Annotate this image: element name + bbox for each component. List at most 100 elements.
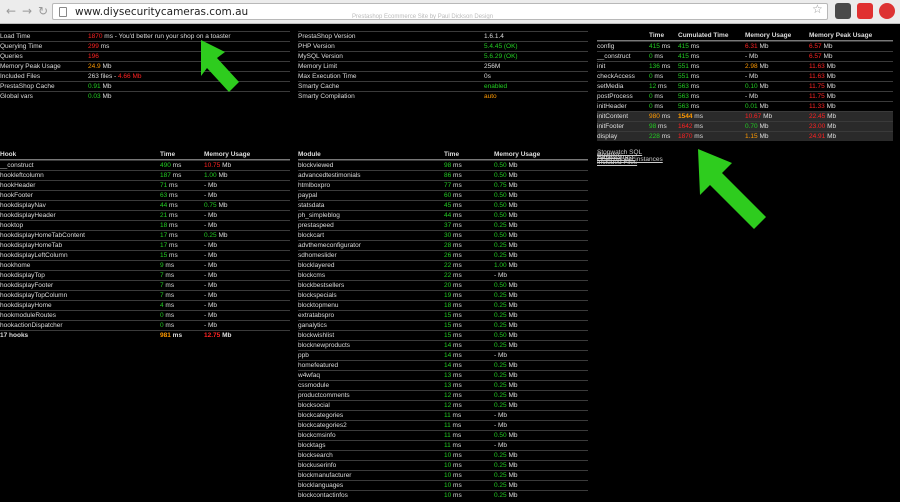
performance-memory: - Mb xyxy=(745,93,758,100)
module-time: 11 ms xyxy=(444,422,462,429)
bookmark-star-icon[interactable]: ☆ xyxy=(812,2,823,16)
module-memory: 0.50 Mb xyxy=(494,192,518,199)
performance-header-cell: Time xyxy=(649,32,665,39)
module-name: blockcart xyxy=(298,232,325,239)
module-row: prestaspeed 37 ms 0.25 Mb xyxy=(298,220,588,230)
module-time: 77 ms xyxy=(444,182,462,189)
hook-row: hookdisplayTopColumn 7 ms - Mb xyxy=(0,290,290,300)
module-memory: - Mb xyxy=(494,422,507,429)
module-name: blockmanufacturer xyxy=(298,472,352,479)
config-value: 0s xyxy=(484,73,491,80)
module-memory: - Mb xyxy=(494,272,507,279)
module-memory: 0.25 Mb xyxy=(494,362,518,369)
extension-icon[interactable] xyxy=(835,3,851,19)
performance-memory: 0.01 Mb xyxy=(745,103,769,110)
summary-label: Queries xyxy=(0,53,23,60)
forward-arrow-icon[interactable]: → xyxy=(20,4,34,18)
config-label: Smarty Cache xyxy=(298,83,340,90)
hook-time: 71 ms xyxy=(160,182,178,189)
extension-play-icon[interactable] xyxy=(857,3,873,19)
hooks-panel: Hook Time Memory Usage __construct 490 ms 10.… xyxy=(0,150,290,340)
module-row: blockmanufacturer 10 ms 0.25 Mb xyxy=(298,470,588,480)
module-row: homefeatured 14 ms 0.25 Mb xyxy=(298,360,588,370)
hook-time: 0 ms xyxy=(160,322,175,329)
performance-time: 980 ms xyxy=(649,113,671,120)
module-time: 10 ms xyxy=(444,492,462,499)
module-name: productcomments xyxy=(298,392,350,399)
module-row: blockcategories2 11 ms - Mb xyxy=(298,420,588,430)
module-time: 12 ms xyxy=(444,392,462,399)
hook-memory: - Mb xyxy=(204,252,217,259)
module-name: blockviewed xyxy=(298,162,334,169)
hook-name: hookleftcolumn xyxy=(0,172,44,179)
config-row: Smarty Compilation auto xyxy=(298,91,588,101)
performance-header-cell: Memory Usage xyxy=(745,32,792,39)
summary-label: Included Files xyxy=(0,73,41,80)
module-time: 10 ms xyxy=(444,482,462,489)
hook-row: hookdisplayHomeTab 17 ms - Mb xyxy=(0,240,290,250)
module-row: blockcontactinfos 10 ms 0.25 Mb xyxy=(298,490,588,500)
hook-time: 7 ms xyxy=(160,292,175,299)
module-memory: 0.25 Mb xyxy=(494,472,518,479)
hook-time: 21 ms xyxy=(160,212,178,219)
module-row: blocknewproducts 14 ms 0.25 Mb xyxy=(298,340,588,350)
summary-value: 0.03 Mb xyxy=(88,92,112,101)
performance-row: initHeader 0 ms 563 ms 0.01 Mb 11.33 Mb xyxy=(597,101,893,111)
module-memory: 0.25 Mb xyxy=(494,382,518,389)
hook-row: hookdisplayFooter 7 ms - Mb xyxy=(0,280,290,290)
arrow-load-time xyxy=(201,40,239,92)
reload-icon[interactable]: ↻ xyxy=(36,4,50,18)
module-row: blockcart 30 ms 0.50 Mb xyxy=(298,230,588,240)
performance-memory: - Mb xyxy=(745,53,758,60)
hook-memory: - Mb xyxy=(204,182,217,189)
performance-peak: 11.63 Mb xyxy=(809,63,836,70)
url-text[interactable]: www.diysecuritycameras.com.au xyxy=(75,5,248,19)
module-memory: 0.50 Mb xyxy=(494,282,518,289)
hook-row: hookdisplayTop 7 ms - Mb xyxy=(0,270,290,280)
performance-memory: 2.98 Mb xyxy=(745,63,769,70)
hook-memory: - Mb xyxy=(204,242,217,249)
performance-time: 0 ms xyxy=(649,73,664,80)
module-name: blockcmsinfo xyxy=(298,432,336,439)
performance-peak: 22.45 Mb xyxy=(809,113,837,120)
extension-shield-icon[interactable] xyxy=(879,3,895,19)
value-number: 1870 xyxy=(88,33,103,40)
summary-row: Load Time 1870 ms - You'd better run your… xyxy=(0,31,290,41)
performance-cumulated: 415 ms xyxy=(678,53,700,60)
value-number: 24.9 xyxy=(88,63,101,70)
module-time: 18 ms xyxy=(444,302,462,309)
module-row: w4wfaq 13 ms 0.25 Mb xyxy=(298,370,588,380)
module-time: 14 ms xyxy=(444,342,462,349)
hook-time: 17 ms xyxy=(160,232,178,239)
performance-time: 136 ms xyxy=(649,63,671,70)
module-time: 15 ms xyxy=(444,322,462,329)
performance-header-cell: Memory Peak Usage xyxy=(809,32,873,39)
hook-name: hookdisplayLeftColumn xyxy=(0,252,68,259)
summary-label: Global vars xyxy=(0,93,33,100)
module-row: advancedtestimonials 86 ms 0.50 Mb xyxy=(298,170,588,180)
module-time: 13 ms xyxy=(444,372,462,379)
module-time: 13 ms xyxy=(444,382,462,389)
hook-row: hooktop 18 ms - Mb xyxy=(0,220,290,230)
module-memory: 0.25 Mb xyxy=(494,292,518,299)
hook-time: 490 ms xyxy=(160,162,182,169)
hook-name: hookdisplayHomeTabContent xyxy=(0,232,85,239)
hook-memory: - Mb xyxy=(204,192,217,199)
config-row: Memory Limit 256M xyxy=(298,61,588,71)
hook-name: hookhome xyxy=(0,262,31,269)
hook-time: 4 ms xyxy=(160,302,175,309)
hooks-header-cell: Time xyxy=(160,151,176,158)
module-name: blockcategories2 xyxy=(298,422,347,429)
module-memory: 0.25 Mb xyxy=(494,312,518,319)
value-suffix: Mb xyxy=(100,83,112,90)
hook-row: hookmoduleRoutes 0 ms - Mb xyxy=(0,310,290,320)
performance-header-cell: Cumulated Time xyxy=(678,32,729,39)
module-time: 30 ms xyxy=(444,232,462,239)
back-arrow-icon[interactable]: ← xyxy=(4,4,18,18)
sql-link[interactable]: Included Files xyxy=(597,159,637,166)
hook-time: 44 ms xyxy=(160,202,178,209)
page-banner: Prestashop Ecommerce Site by Paul Dickso… xyxy=(352,14,494,20)
summary-value: 0.91 Mb xyxy=(88,82,112,91)
performance-peak: 6.57 Mb xyxy=(809,43,833,50)
value-number: 0.91 xyxy=(88,83,101,90)
